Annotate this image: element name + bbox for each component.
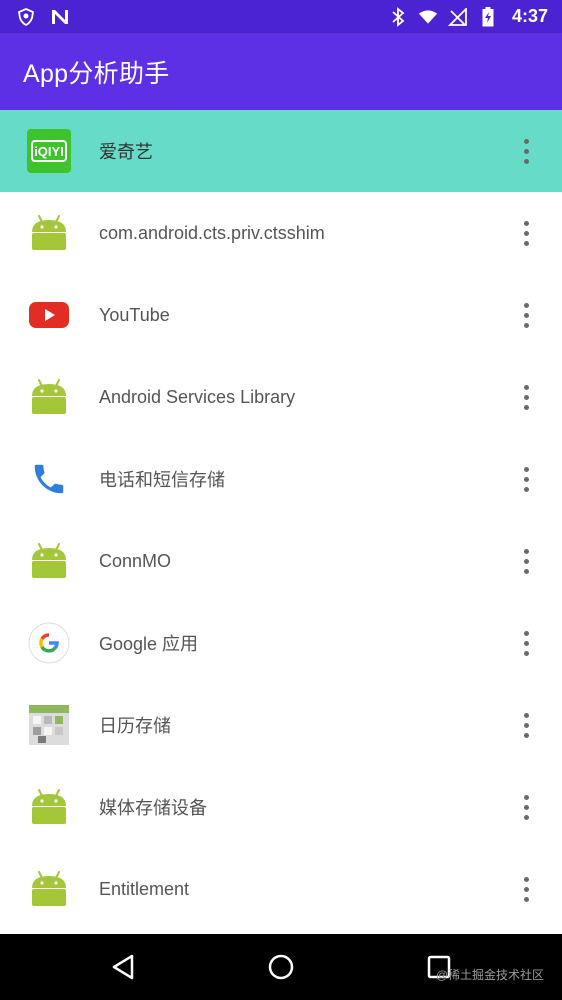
home-icon[interactable]: [265, 951, 297, 983]
app-label: 电话和短信存储: [99, 470, 225, 490]
android-icon: [27, 211, 71, 255]
google-icon: [27, 621, 71, 665]
list-item[interactable]: ConnMO: [0, 520, 562, 602]
status-left: [16, 7, 70, 27]
list-item[interactable]: Android Services Library: [0, 356, 562, 438]
more-options-button[interactable]: [506, 533, 546, 589]
list-item[interactable]: iQIYI 爱奇艺: [0, 110, 562, 192]
shield-notification-icon: [16, 7, 36, 27]
youtube-icon: [27, 293, 71, 337]
list-item[interactable]: com.android.cts.priv.ctsshim: [0, 192, 562, 274]
list-item[interactable]: 电话和短信存储: [0, 438, 562, 520]
app-list: iQIYI 爱奇艺 com.android.cts.priv.ctsshim Y…: [0, 110, 562, 930]
more-options-button[interactable]: [506, 451, 546, 507]
watermark: @稀土掘金技术社区: [435, 968, 544, 982]
app-label: 日历存储: [99, 716, 171, 736]
bluetooth-icon: [388, 6, 408, 27]
wifi-icon: [418, 7, 438, 27]
list-item[interactable]: Entitlement: [0, 848, 562, 930]
list-item[interactable]: 媒体存储设备: [0, 766, 562, 848]
n-notification-icon: [50, 7, 70, 27]
status-right: 4:37: [388, 6, 548, 27]
status-time: 4:37: [511, 6, 548, 26]
status-bar: 4:37: [0, 0, 562, 33]
more-options-button[interactable]: [506, 615, 546, 671]
more-options-button[interactable]: [506, 369, 546, 425]
app-label: Google 应用: [99, 634, 199, 654]
list-item[interactable]: Google 应用: [0, 602, 562, 684]
iqiyi-icon: iQIYI: [27, 129, 71, 173]
more-options-button[interactable]: [506, 123, 546, 179]
more-options-button[interactable]: [506, 779, 546, 835]
battery-charging-icon: [478, 6, 498, 27]
app-label: 媒体存储设备: [99, 798, 207, 818]
app-bar: App分析助手: [0, 33, 562, 110]
no-signal-icon: [447, 7, 468, 27]
back-icon[interactable]: [107, 951, 139, 983]
app-label: ConnMO: [99, 550, 172, 571]
more-options-button[interactable]: [506, 861, 546, 917]
phone-icon: [27, 457, 71, 501]
app-label: com.android.cts.priv.ctsshim: [99, 222, 325, 243]
app-label: Entitlement: [99, 878, 190, 899]
app-label: 爱奇艺: [99, 142, 153, 162]
more-options-button[interactable]: [506, 697, 546, 753]
app-label: Android Services Library: [99, 386, 296, 407]
more-options-button[interactable]: [506, 205, 546, 261]
list-item[interactable]: YouTube: [0, 274, 562, 356]
android-icon: [27, 785, 71, 829]
android-icon: [27, 539, 71, 583]
app-title: App分析助手: [23, 59, 170, 88]
navigation-bar: @稀土掘金技术社区: [0, 934, 562, 1000]
list-item[interactable]: 日历存储: [0, 684, 562, 766]
svg-text:iQIYI: iQIYI: [34, 144, 64, 159]
app-label: YouTube: [99, 304, 170, 325]
android-icon: [27, 375, 71, 419]
more-options-button[interactable]: [506, 287, 546, 343]
android-icon: [27, 867, 71, 911]
calendar-storage-icon: [27, 703, 71, 747]
